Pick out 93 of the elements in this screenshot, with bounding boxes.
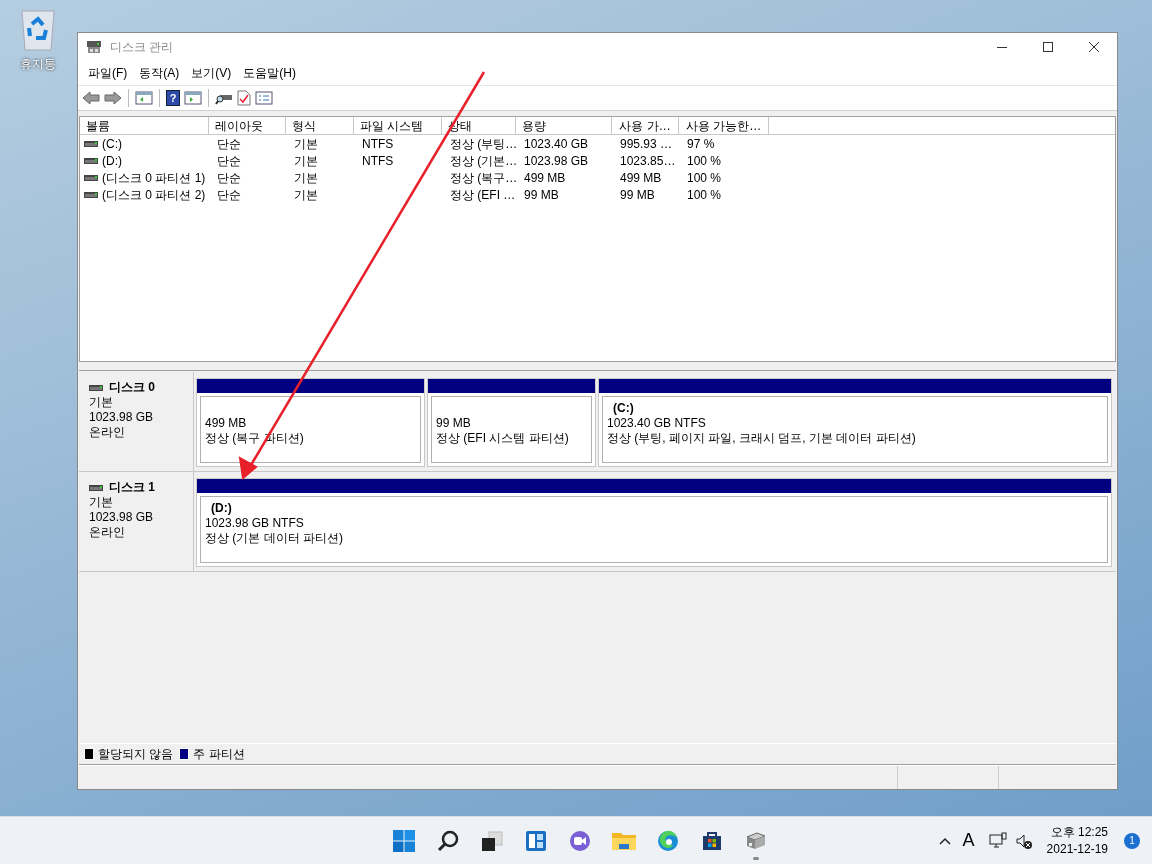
disk-type: 기본 <box>89 495 114 510</box>
close-icon <box>1089 42 1099 52</box>
checklist-document-icon[interactable] <box>237 90 251 106</box>
table-cell-text: 1023.40 GB <box>524 135 589 153</box>
task-view-icon <box>480 828 504 853</box>
widgets-icon <box>524 828 548 853</box>
search-icon <box>436 828 460 853</box>
disk-name: 디스크 0 <box>109 380 155 395</box>
table-cell-text: 1023.85… <box>620 152 676 170</box>
action-pane-icon[interactable] <box>184 90 202 106</box>
table-cell-text: (디스크 0 파티션 1) <box>102 169 206 187</box>
table-cell-text: 1023.98 GB <box>524 152 589 170</box>
partition-size: 99 MB <box>436 416 471 431</box>
table-cell-text: 정상 (EFI … <box>450 186 516 204</box>
table-cell-text: 정상 (부팅… <box>450 135 518 153</box>
legend-label: 할당되지 않음 <box>98 746 174 763</box>
disk-type: 기본 <box>89 395 114 410</box>
forward-arrow-icon[interactable] <box>104 90 122 106</box>
column-header[interactable]: 레이아웃 <box>209 117 286 135</box>
table-cell-text: 단순 <box>217 135 241 153</box>
help-button[interactable]: ? <box>166 90 180 106</box>
table-cell-text: 정상 (복구… <box>450 169 518 187</box>
input-method-indicator[interactable]: A <box>962 827 975 854</box>
maximize-icon <box>1043 42 1053 52</box>
disk-size: 1023.98 GB <box>89 510 155 525</box>
disk-status: 온라인 <box>89 525 126 540</box>
partition-status: 정상 (기본 데이터 파티션) <box>205 531 343 546</box>
browser-icon <box>656 828 680 853</box>
console-tree-icon[interactable] <box>135 90 153 106</box>
drive-icon <box>84 140 98 147</box>
table-cell-text: 99 MB <box>524 186 559 204</box>
partition-status: 정상 (부팅, 페이지 파일, 크래시 덤프, 기본 데이터 파티션) <box>607 431 916 446</box>
table-cell-text: 정상 (기본… <box>450 152 518 170</box>
column-header[interactable]: 사용 가능한… <box>679 117 769 135</box>
drive-icon <box>84 157 98 164</box>
table-cell-text: 499 MB <box>620 169 662 187</box>
table-cell-text: 단순 <box>217 186 241 204</box>
table-cell-text: 기본 <box>294 152 318 170</box>
partition-block[interactable]: (D:) 1023.98 GB NTFS 정상 (기본 데이터 파티션) <box>196 478 1112 567</box>
menu-item[interactable]: 도움말(H) <box>237 62 302 84</box>
table-cell-text: (C:) <box>102 135 122 153</box>
table-cell-text: 97 % <box>687 135 715 153</box>
table-cell-text: 기본 <box>294 186 318 204</box>
table-cell-text: 기본 <box>294 169 318 187</box>
table-cell-text: 100 % <box>687 152 722 170</box>
partition-status: 정상 (EFI 시스템 파티션) <box>436 431 569 446</box>
chat-icon <box>568 828 592 853</box>
partition-label: (D:) <box>210 501 232 516</box>
table-cell-text: 995.93 … <box>620 135 673 153</box>
chevron-up-icon[interactable] <box>938 836 951 845</box>
running-indicator <box>753 856 759 860</box>
clock-date[interactable]: 2021-12-19 <box>1046 840 1108 858</box>
column-header[interactable]: 사용 가… <box>612 117 679 135</box>
partition-label: (C:) <box>612 401 634 416</box>
notification-count[interactable]: 1 <box>1124 832 1140 849</box>
recycle-bin-icon[interactable] <box>19 8 57 52</box>
table-cell-text: NTFS <box>362 152 394 170</box>
table-cell-text: NTFS <box>362 135 394 153</box>
table-cell-text: 499 MB <box>524 169 566 187</box>
partition-size: 1023.40 GB NTFS <box>607 416 706 431</box>
table-cell-text: (D:) <box>102 152 122 170</box>
column-header[interactable]: 형식 <box>286 117 354 135</box>
menu-item[interactable]: 보기(V) <box>185 62 238 84</box>
partition-block[interactable]: 99 MB 정상 (EFI 시스템 파티션) <box>427 378 596 467</box>
disk-size: 1023.98 GB <box>89 410 155 425</box>
drive-icon <box>84 174 98 181</box>
disk-name: 디스크 1 <box>109 480 155 495</box>
menu-item[interactable]: 동작(A) <box>133 62 186 84</box>
partition-size: 1023.98 GB NTFS <box>205 516 304 531</box>
start-icon <box>392 828 416 853</box>
table-cell-text: 100 % <box>687 169 722 187</box>
column-header[interactable]: 용량 <box>516 117 612 135</box>
column-header[interactable]: 파일 시스템 <box>354 117 442 135</box>
network-icon[interactable] <box>988 831 1007 850</box>
table-cell-text: (디스크 0 파티션 2) <box>102 186 206 204</box>
partition-size: 499 MB <box>205 416 247 431</box>
menu-item[interactable]: 파일(F) <box>82 62 134 84</box>
drive-icon <box>84 191 98 198</box>
disk-drive-icon <box>86 40 102 54</box>
table-cell-text: 단순 <box>217 152 241 170</box>
disk-status: 온라인 <box>89 425 126 440</box>
table-cell-text: 99 MB <box>620 186 655 204</box>
table-cell-text: 단순 <box>217 169 241 187</box>
window-title: 디스크 관리 <box>110 39 174 56</box>
drive-icon <box>89 384 103 391</box>
back-arrow-icon[interactable] <box>82 90 100 106</box>
drive-icon <box>89 484 103 491</box>
table-cell-text: 기본 <box>294 135 318 153</box>
clock-time[interactable]: 오후 12:25 <box>1050 823 1108 841</box>
partition-block[interactable]: (C:) 1023.40 GB NTFS 정상 (부팅, 페이지 파일, 크래시 덤프, 기본 데이터 파티션) <box>598 378 1112 467</box>
table-cell-text: 100 % <box>687 186 722 204</box>
column-header[interactable]: 볼륨 <box>80 117 209 135</box>
legend-label: 주 파티션 <box>193 746 245 763</box>
